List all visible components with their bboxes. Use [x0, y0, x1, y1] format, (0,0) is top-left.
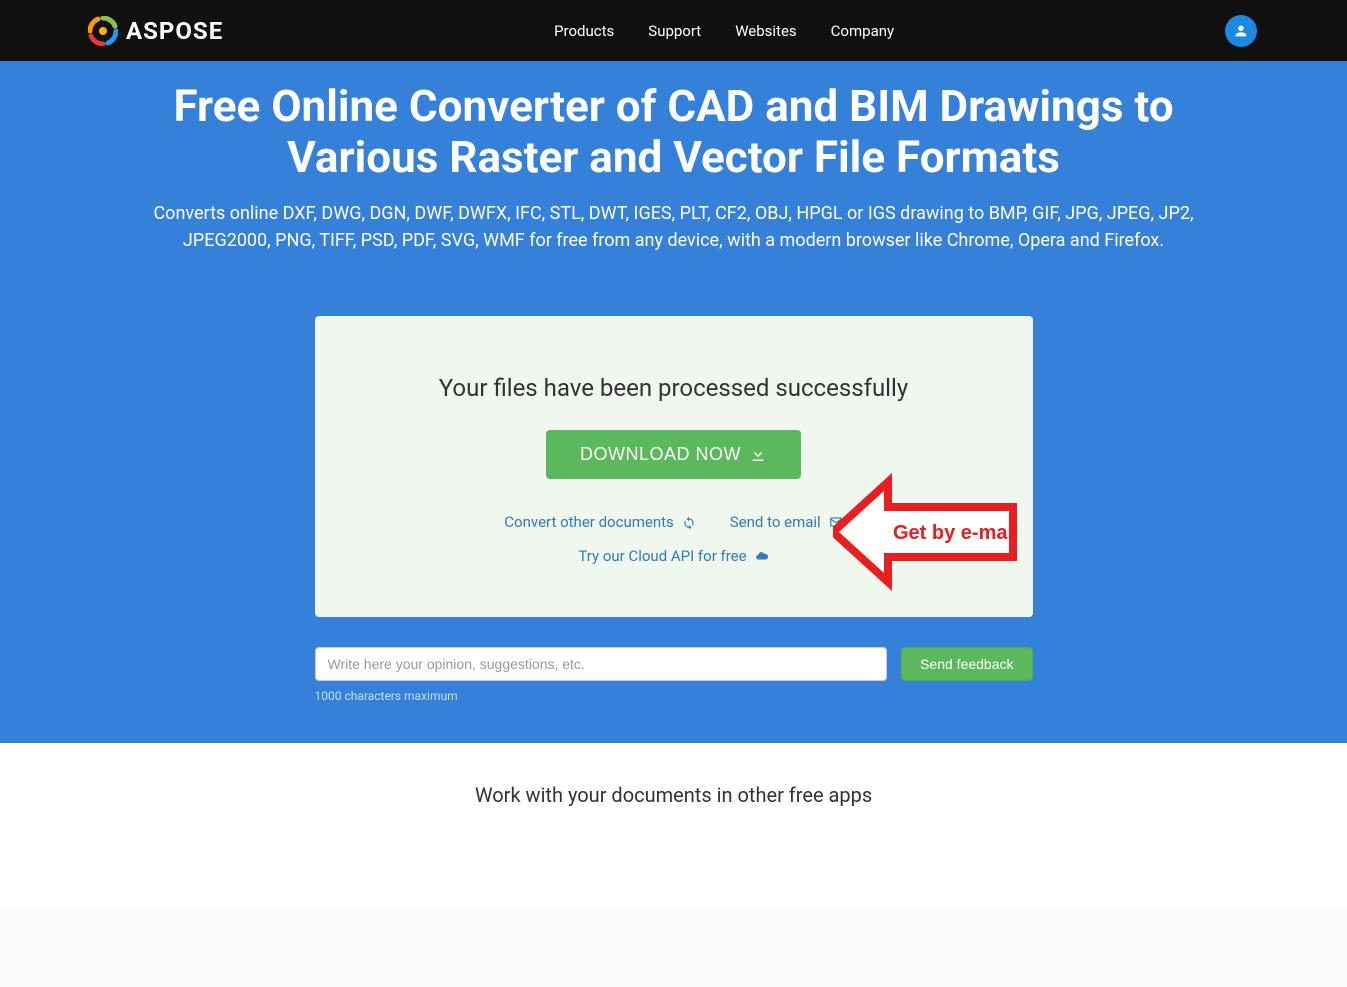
download-button[interactable]: DOWNLOAD NOW — [546, 430, 801, 479]
nav-websites[interactable]: Websites — [735, 22, 796, 40]
send-email-label: Send to email — [730, 513, 821, 531]
brand-name: ASPOSE — [126, 17, 223, 45]
secondary-links-row: Convert other documents Send to email — [335, 513, 1013, 531]
cloud-api-label: Try our Cloud API for free — [578, 547, 746, 565]
convert-other-link[interactable]: Convert other documents — [504, 513, 695, 531]
hero-subtitle: Converts online DXF, DWG, DGN, DWF, DWFX… — [124, 200, 1224, 254]
nav-links: Products Support Websites Company — [223, 22, 1225, 40]
bottom-fade — [0, 907, 1347, 987]
top-navbar: ASPOSE Products Support Websites Company — [0, 0, 1347, 61]
nav-support[interactable]: Support — [648, 22, 701, 40]
nav-company[interactable]: Company — [831, 22, 894, 40]
bottom-heading: Work with your documents in other free a… — [0, 783, 1347, 807]
hero-section: Free Online Converter of CAD and BIM Dra… — [0, 61, 1347, 743]
hero-title: Free Online Converter of CAD and BIM Dra… — [134, 81, 1214, 182]
cloud-icon — [755, 549, 769, 563]
feedback-row: Send feedback — [315, 647, 1033, 681]
convert-other-label: Convert other documents — [504, 513, 673, 531]
cloud-api-link[interactable]: Try our Cloud API for free — [578, 547, 768, 565]
envelope-icon — [829, 515, 843, 529]
send-email-link[interactable]: Send to email — [730, 513, 843, 531]
user-account-button[interactable] — [1225, 15, 1257, 47]
tertiary-links-row: Try our Cloud API for free — [335, 547, 1013, 565]
result-card: Your files have been processed successfu… — [315, 316, 1033, 617]
download-icon — [749, 446, 767, 464]
feedback-input[interactable] — [315, 647, 888, 681]
user-icon — [1233, 23, 1249, 39]
success-message: Your files have been processed successfu… — [335, 374, 1013, 402]
refresh-icon — [682, 515, 696, 529]
brand-logo[interactable]: ASPOSE — [88, 16, 223, 46]
bottom-section: Work with your documents in other free a… — [0, 743, 1347, 907]
feedback-char-limit: 1000 characters maximum — [315, 689, 1033, 703]
brand-logo-icon — [88, 16, 118, 46]
download-button-label: DOWNLOAD NOW — [580, 444, 741, 465]
nav-products[interactable]: Products — [554, 22, 614, 40]
send-feedback-button[interactable]: Send feedback — [901, 647, 1032, 681]
